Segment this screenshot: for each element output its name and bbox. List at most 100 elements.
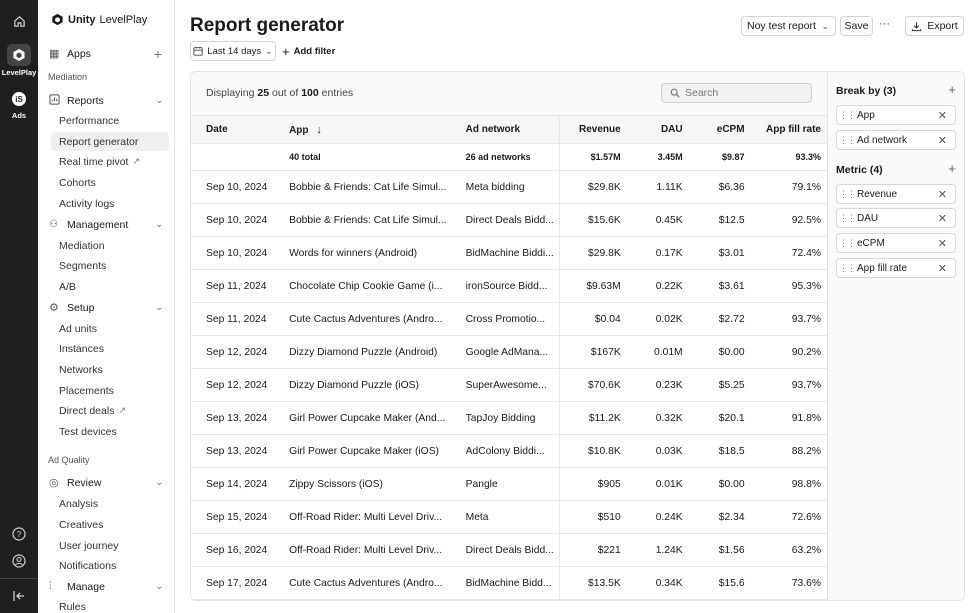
close-icon[interactable]: ✕ xyxy=(938,212,947,225)
date-filter[interactable]: Last 14 days ⌄ xyxy=(190,41,276,61)
table-row[interactable]: Sep 11, 2024 Cute Cactus Adventures (Andr… xyxy=(191,302,827,336)
external-link-icon: ↗ xyxy=(118,405,126,415)
drag-handle-icon[interactable]: ⋮⋮ xyxy=(837,110,857,121)
levelplay-icon[interactable] xyxy=(8,44,30,66)
sidebar-group-setup[interactable]: ⚙ Setup ⌄ xyxy=(38,298,174,317)
table-cell: SuperAwesome... xyxy=(465,368,561,402)
sidebar-group-review[interactable]: ◎ Review ⌄ xyxy=(38,473,174,492)
sidebar-item-direct-deals[interactable]: Direct deals ↗ xyxy=(38,401,174,420)
sidebar-item-notifications[interactable]: Notifications xyxy=(38,556,174,575)
drag-handle-icon[interactable]: ⋮⋮ xyxy=(837,135,857,146)
table-row[interactable]: Sep 12, 2024 Dizzy Diamond Puzzle (Androi… xyxy=(191,335,827,369)
close-icon[interactable]: ✕ xyxy=(938,188,947,201)
sidebar-item-segments[interactable]: Segments xyxy=(38,256,174,275)
table-cell: 0.01K xyxy=(626,467,689,501)
table-cell: 73.6% xyxy=(750,566,827,600)
sidebar-item-cohorts[interactable]: Cohorts xyxy=(38,173,174,192)
table-cell: Dizzy Diamond Puzzle (Android) xyxy=(289,335,466,369)
add-metric-icon[interactable]: + xyxy=(948,161,956,176)
col-header-app[interactable]: App ↓ xyxy=(289,115,466,144)
table-row[interactable]: Sep 10, 2024 Words for winners (Android) B… xyxy=(191,236,827,270)
search-input[interactable]: Search xyxy=(661,83,812,103)
metric-chip-revenue[interactable]: ⋮⋮ Revenue ✕ xyxy=(836,184,956,204)
table-row[interactable]: Sep 15, 2024 Off-Road Rider: Multi Level … xyxy=(191,500,827,534)
ads-icon[interactable]: iS xyxy=(8,88,30,110)
metric-chip-dau[interactable]: ⋮⋮ DAU ✕ xyxy=(836,208,956,228)
col-header-dau[interactable]: DAU xyxy=(626,115,689,144)
col-header-revenue[interactable]: Revenue xyxy=(559,115,627,144)
drag-handle-icon[interactable]: ⋮⋮ xyxy=(837,213,857,224)
plus-icon: + xyxy=(282,44,290,59)
table-row[interactable]: Sep 13, 2024 Girl Power Cupcake Maker (An… xyxy=(191,401,827,435)
drag-handle-icon[interactable]: ⋮⋮ xyxy=(837,189,857,200)
table-cell: Sep 13, 2024 xyxy=(191,401,290,435)
col-header-ecpm[interactable]: eCPM xyxy=(688,115,751,144)
table-cell: 72.6% xyxy=(750,500,827,534)
chevron-down-icon: ⌄ xyxy=(155,477,163,487)
sidebar-group-label: Reports xyxy=(67,94,104,107)
col-header-date[interactable]: Date xyxy=(191,115,290,144)
break-by-chip-ad-network[interactable]: ⋮⋮ Ad network ✕ xyxy=(836,130,956,150)
table-row[interactable]: Sep 11, 2024 Chocolate Chip Cookie Game (… xyxy=(191,269,827,303)
sidebar-item-rules[interactable]: Rules xyxy=(38,597,174,613)
home-icon[interactable] xyxy=(8,10,30,32)
col-header-ad-network[interactable]: Ad network xyxy=(465,115,561,144)
sidebar-item-ad-units[interactable]: Ad units xyxy=(38,319,174,338)
close-icon[interactable]: ✕ xyxy=(938,237,947,250)
break-by-chip-app[interactable]: ⋮⋮ App ✕ xyxy=(836,105,956,125)
sidebar-item-placements[interactable]: Placements xyxy=(38,381,174,400)
sidebar-item-mediation[interactable]: Mediation xyxy=(38,236,174,255)
sidebar-item-activity-logs[interactable]: Activity logs xyxy=(38,194,174,213)
sidebar-item-apps[interactable]: ▦ Apps + xyxy=(38,44,174,63)
account-icon[interactable] xyxy=(8,550,30,572)
table-cell: $3.01 xyxy=(688,236,751,270)
table-row[interactable]: Sep 10, 2024 Bobbie & Friends: Cat Life S… xyxy=(191,203,827,237)
table-cell: Cross Promotio... xyxy=(465,302,561,336)
close-icon[interactable]: ✕ xyxy=(938,109,947,122)
more-icon[interactable]: ··· xyxy=(879,18,890,30)
add-app-icon[interactable]: + xyxy=(154,46,162,62)
report-select[interactable]: Noy test report ⌄ xyxy=(741,16,836,36)
sidebar-item-test-devices[interactable]: Test devices xyxy=(38,422,174,441)
metric-chip-ecpm[interactable]: ⋮⋮ eCPM ✕ xyxy=(836,233,956,253)
export-button[interactable]: Export xyxy=(905,16,964,36)
add-filter-button[interactable]: + Add filter xyxy=(282,44,335,59)
sidebar-item-performance[interactable]: Performance xyxy=(38,111,174,130)
sidebar-group-management[interactable]: ⚇ Management ⌄ xyxy=(38,215,174,234)
sidebar-item-networks[interactable]: Networks xyxy=(38,360,174,379)
drag-handle-icon[interactable]: ⋮⋮ xyxy=(837,263,857,274)
table-row[interactable]: Sep 12, 2024 Dizzy Diamond Puzzle (iOS) Su… xyxy=(191,368,827,402)
col-header-app-fill-rate[interactable]: App fill rate xyxy=(750,115,827,144)
table-row[interactable]: Sep 13, 2024 Girl Power Cupcake Maker (iO… xyxy=(191,434,827,468)
table-row[interactable]: Sep 14, 2024 Zippy Scissors (iOS) Pangle $9… xyxy=(191,467,827,501)
table-cell: 1.11K xyxy=(626,170,689,204)
sidebar-item-creatives[interactable]: Creatives xyxy=(38,515,174,534)
sidebar-item-analysis[interactable]: Analysis xyxy=(38,494,174,513)
table-cell: 1.24K xyxy=(626,533,689,567)
sidebar-item-instances[interactable]: Instances xyxy=(38,339,174,358)
table-cell: $905 xyxy=(559,467,627,501)
table-row[interactable]: Sep 16, 2024 Off-Road Rider: Multi Level … xyxy=(191,533,827,567)
save-button[interactable]: Save xyxy=(840,16,873,36)
metric-chip-app-fill-rate[interactable]: ⋮⋮ App fill rate ✕ xyxy=(836,258,956,278)
table-cell: 92.5% xyxy=(750,203,827,237)
sidebar-item-report-generator[interactable]: Report generator xyxy=(51,132,169,151)
sidebar-item-ab[interactable]: A/B xyxy=(38,277,174,296)
add-break-by-icon[interactable]: + xyxy=(948,82,956,97)
drag-handle-icon[interactable]: ⋮⋮ xyxy=(837,238,857,249)
help-icon[interactable]: ? xyxy=(8,523,30,545)
sidebar-group-manage[interactable]: ⫶ Manage ⌄ xyxy=(38,577,174,596)
table-row[interactable]: Sep 17, 2024 Cute Cactus Adventures (Andr… xyxy=(191,566,827,600)
sidebar-item-user-journey[interactable]: User journey xyxy=(38,536,174,555)
table-row[interactable]: Sep 10, 2024 Bobbie & Friends: Cat Life S… xyxy=(191,170,827,204)
chip-label: App fill rate xyxy=(857,262,908,274)
report-table: Date App ↓ Ad network Revenue DAU eCPM A… xyxy=(191,115,827,600)
sidebar-group-reports[interactable]: Reports ⌄ xyxy=(38,91,174,110)
close-icon[interactable]: ✕ xyxy=(938,134,947,147)
main-content: Report generator Noy test report ⌄ Save … xyxy=(175,0,980,613)
table-cell: Words for winners (Android) xyxy=(289,236,466,270)
collapse-icon[interactable] xyxy=(8,585,30,607)
sidebar-item-real-time-pivot[interactable]: Real time pivot ↗ xyxy=(38,152,174,171)
brand-name: Unity xyxy=(68,13,96,26)
close-icon[interactable]: ✕ xyxy=(938,262,947,275)
